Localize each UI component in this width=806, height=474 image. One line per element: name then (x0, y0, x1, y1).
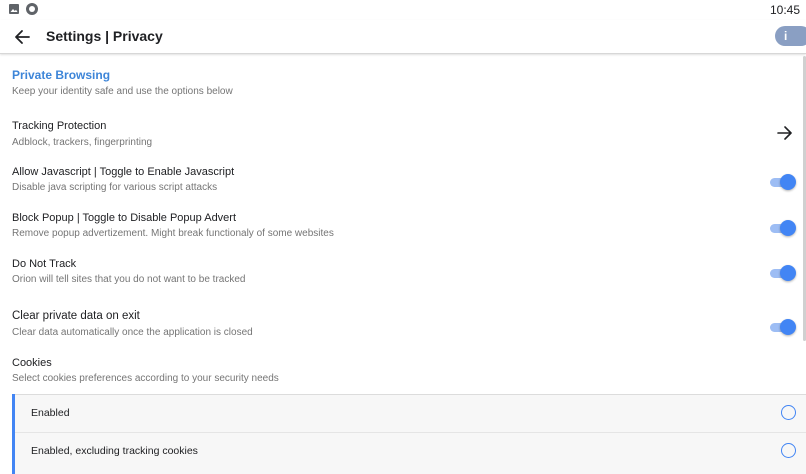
toggle-knob (780, 265, 796, 281)
record-icon (26, 3, 38, 15)
arrow-left-icon (15, 30, 30, 44)
setting-subtitle: Clear data automatically once the applic… (12, 327, 253, 338)
setting-subtitle: Remove popup advertizement. Might break … (12, 228, 334, 239)
toggle-knob (780, 319, 796, 335)
setting-tracking-protection[interactable]: Tracking Protection Adblock, trackers, f… (0, 117, 806, 155)
status-time: 10:45 (769, 3, 800, 17)
section-subtitle: Keep your identity safe and use the opti… (12, 86, 233, 97)
do-not-track-toggle[interactable] (770, 265, 796, 281)
setting-subtitle: Orion will tell sites that you do not wa… (12, 274, 246, 285)
setting-title: Clear private data on exit (12, 310, 140, 322)
gallery-icon (9, 4, 19, 14)
info-button[interactable]: i (775, 26, 806, 46)
setting-title: Allow Javascript | Toggle to Enable Java… (12, 166, 235, 178)
setting-subtitle: Adblock, trackers, fingerprinting (12, 137, 153, 148)
status-bar: 10:45 (0, 0, 806, 20)
javascript-toggle[interactable] (770, 174, 796, 190)
arrow-right-icon[interactable] (777, 125, 793, 141)
section-title: Private Browsing (12, 68, 111, 82)
setting-subtitle: Disable java scripting for various scrip… (12, 182, 218, 193)
setting-subtitle: Select cookies preferences according to … (12, 373, 279, 384)
cookie-option-label: Enabled, excluding tracking cookies (31, 445, 198, 457)
block-popup-toggle[interactable] (770, 220, 796, 236)
setting-title: Do Not Track (12, 258, 77, 270)
page-title: Settings | Privacy (46, 28, 163, 44)
cookie-option-enabled-excluding-tracking[interactable]: Enabled, excluding tracking cookies (15, 432, 806, 470)
setting-clear-private-data[interactable]: Clear private data on exit Clear data au… (0, 307, 806, 349)
setting-title: Cookies (12, 357, 52, 369)
clear-data-toggle[interactable] (770, 319, 796, 335)
toggle-knob (780, 174, 796, 190)
setting-do-not-track[interactable]: Do Not Track Orion will tell sites that … (0, 255, 806, 295)
setting-block-popup[interactable]: Block Popup | Toggle to Disable Popup Ad… (0, 209, 806, 249)
toolbar: Settings | Privacy i (0, 20, 806, 54)
setting-title: Block Popup | Toggle to Disable Popup Ad… (12, 212, 237, 224)
info-icon: i (784, 29, 788, 43)
toggle-knob (780, 220, 796, 236)
radio-button[interactable] (781, 443, 796, 458)
cookie-option-enabled[interactable]: Enabled (15, 394, 806, 432)
setting-cookies[interactable]: Cookies Select cookies preferences accor… (0, 355, 806, 391)
setting-allow-javascript[interactable]: Allow Javascript | Toggle to Enable Java… (0, 163, 806, 203)
setting-title: Tracking Protection (12, 120, 107, 132)
cookie-option-label: Enabled (31, 407, 70, 419)
cookie-options-list: Enabled Enabled, excluding tracking cook… (12, 394, 806, 474)
back-button[interactable] (10, 25, 34, 49)
radio-button[interactable] (781, 405, 796, 420)
